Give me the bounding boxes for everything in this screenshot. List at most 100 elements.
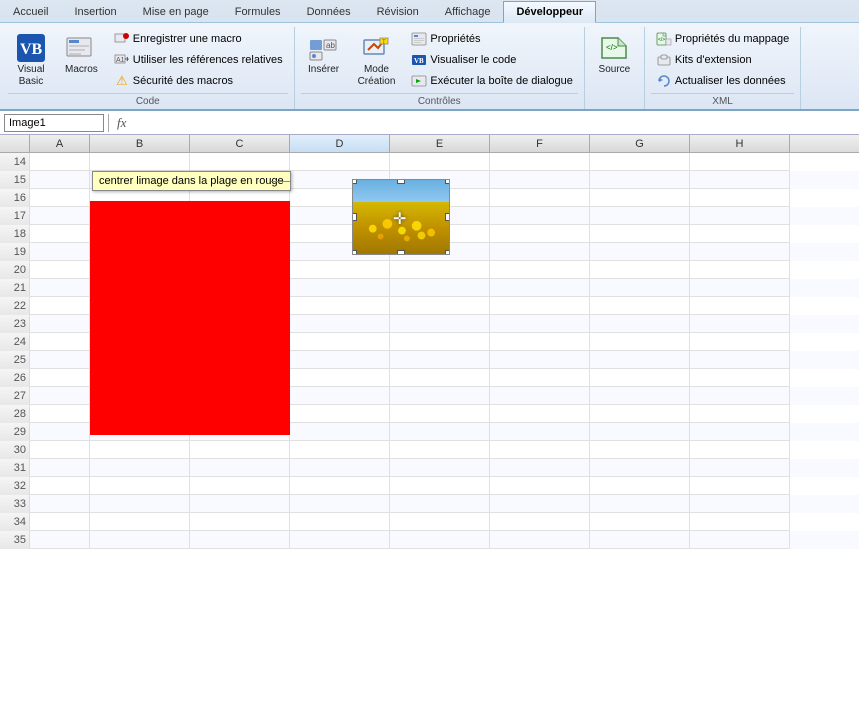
- cell-a31[interactable]: [30, 459, 90, 477]
- cell-g22[interactable]: [590, 297, 690, 315]
- col-header-a[interactable]: A: [30, 135, 90, 152]
- cell-b35[interactable]: [90, 531, 190, 549]
- cell-a20[interactable]: [30, 261, 90, 279]
- visual-basic-button[interactable]: VB VisualBasic: [8, 29, 54, 91]
- cell-f30[interactable]: [490, 441, 590, 459]
- cell-f28[interactable]: [490, 405, 590, 423]
- source-button[interactable]: </> Source: [591, 29, 637, 79]
- cell-g16[interactable]: [590, 189, 690, 207]
- cell-h23[interactable]: [690, 315, 790, 333]
- cell-c34[interactable]: [190, 513, 290, 531]
- cell-f20[interactable]: [490, 261, 590, 279]
- cell-e20[interactable]: [390, 261, 490, 279]
- handle-middle-left[interactable]: [352, 213, 357, 221]
- mode-creation-button[interactable]: T ModeCréation: [351, 29, 403, 91]
- cell-g35[interactable]: [590, 531, 690, 549]
- cell-a34[interactable]: [30, 513, 90, 531]
- cell-h30[interactable]: [690, 441, 790, 459]
- cell-g15[interactable]: [590, 171, 690, 189]
- handle-middle-right[interactable]: [445, 213, 450, 221]
- cell-h14[interactable]: [690, 153, 790, 171]
- cell-d23[interactable]: [290, 315, 390, 333]
- cell-a19[interactable]: [30, 243, 90, 261]
- handle-top-right[interactable]: [445, 179, 450, 184]
- cell-a33[interactable]: [30, 495, 90, 513]
- tab-insertion[interactable]: Insertion: [61, 1, 129, 23]
- cell-h24[interactable]: [690, 333, 790, 351]
- cell-f23[interactable]: [490, 315, 590, 333]
- cell-e26[interactable]: [390, 369, 490, 387]
- cell-g30[interactable]: [590, 441, 690, 459]
- cell-b33[interactable]: [90, 495, 190, 513]
- cell-a26[interactable]: [30, 369, 90, 387]
- cell-a14[interactable]: [30, 153, 90, 171]
- cell-g20[interactable]: [590, 261, 690, 279]
- cell-g27[interactable]: [590, 387, 690, 405]
- cell-b30[interactable]: [90, 441, 190, 459]
- cell-g18[interactable]: [590, 225, 690, 243]
- cell-g23[interactable]: [590, 315, 690, 333]
- cell-a24[interactable]: [30, 333, 90, 351]
- visualiser-code-button[interactable]: VB Visualiser le code: [406, 50, 578, 70]
- cell-d30[interactable]: [290, 441, 390, 459]
- cell-d29[interactable]: [290, 423, 390, 441]
- cell-f16[interactable]: [490, 189, 590, 207]
- cell-g31[interactable]: [590, 459, 690, 477]
- cell-g28[interactable]: [590, 405, 690, 423]
- cell-e28[interactable]: [390, 405, 490, 423]
- cell-g34[interactable]: [590, 513, 690, 531]
- tab-accueil[interactable]: Accueil: [0, 1, 61, 23]
- cell-a21[interactable]: [30, 279, 90, 297]
- cell-a17[interactable]: [30, 207, 90, 225]
- cell-d32[interactable]: [290, 477, 390, 495]
- col-header-b[interactable]: B: [90, 135, 190, 152]
- col-header-d[interactable]: D: [290, 135, 390, 152]
- cell-f27[interactable]: [490, 387, 590, 405]
- cell-d24[interactable]: [290, 333, 390, 351]
- cell-e25[interactable]: [390, 351, 490, 369]
- cell-f18[interactable]: [490, 225, 590, 243]
- cell-f33[interactable]: [490, 495, 590, 513]
- cell-c30[interactable]: [190, 441, 290, 459]
- cell-e29[interactable]: [390, 423, 490, 441]
- cell-a32[interactable]: [30, 477, 90, 495]
- cell-h22[interactable]: [690, 297, 790, 315]
- tab-developpeur[interactable]: Développeur: [503, 1, 596, 23]
- col-header-c[interactable]: C: [190, 135, 290, 152]
- cell-e33[interactable]: [390, 495, 490, 513]
- col-header-e[interactable]: E: [390, 135, 490, 152]
- macros-button[interactable]: Macros: [58, 29, 105, 79]
- handle-bottom-left[interactable]: [352, 250, 357, 255]
- handle-bottom-right[interactable]: [445, 250, 450, 255]
- cell-a16[interactable]: [30, 189, 90, 207]
- cell-c32[interactable]: [190, 477, 290, 495]
- cell-a30[interactable]: [30, 441, 90, 459]
- cell-f21[interactable]: [490, 279, 590, 297]
- formula-input[interactable]: [134, 114, 855, 132]
- cell-h17[interactable]: [690, 207, 790, 225]
- cell-h25[interactable]: [690, 351, 790, 369]
- cell-h15[interactable]: [690, 171, 790, 189]
- kits-extension-button[interactable]: Kits d'extension: [651, 50, 794, 70]
- cell-d26[interactable]: [290, 369, 390, 387]
- cell-g19[interactable]: [590, 243, 690, 261]
- cell-f35[interactable]: [490, 531, 590, 549]
- cell-f14[interactable]: [490, 153, 590, 171]
- cell-h26[interactable]: [690, 369, 790, 387]
- cell-d31[interactable]: [290, 459, 390, 477]
- cell-h19[interactable]: [690, 243, 790, 261]
- proprietes-button[interactable]: Propriétés: [406, 29, 578, 49]
- cell-g17[interactable]: [590, 207, 690, 225]
- cell-f19[interactable]: [490, 243, 590, 261]
- cell-g14[interactable]: [590, 153, 690, 171]
- col-header-f[interactable]: F: [490, 135, 590, 152]
- cell-g24[interactable]: [590, 333, 690, 351]
- cell-e31[interactable]: [390, 459, 490, 477]
- cell-a22[interactable]: [30, 297, 90, 315]
- cell-h34[interactable]: [690, 513, 790, 531]
- cell-a18[interactable]: [30, 225, 90, 243]
- cell-d27[interactable]: [290, 387, 390, 405]
- cell-d21[interactable]: [290, 279, 390, 297]
- tab-affichage[interactable]: Affichage: [432, 1, 504, 23]
- cell-e21[interactable]: [390, 279, 490, 297]
